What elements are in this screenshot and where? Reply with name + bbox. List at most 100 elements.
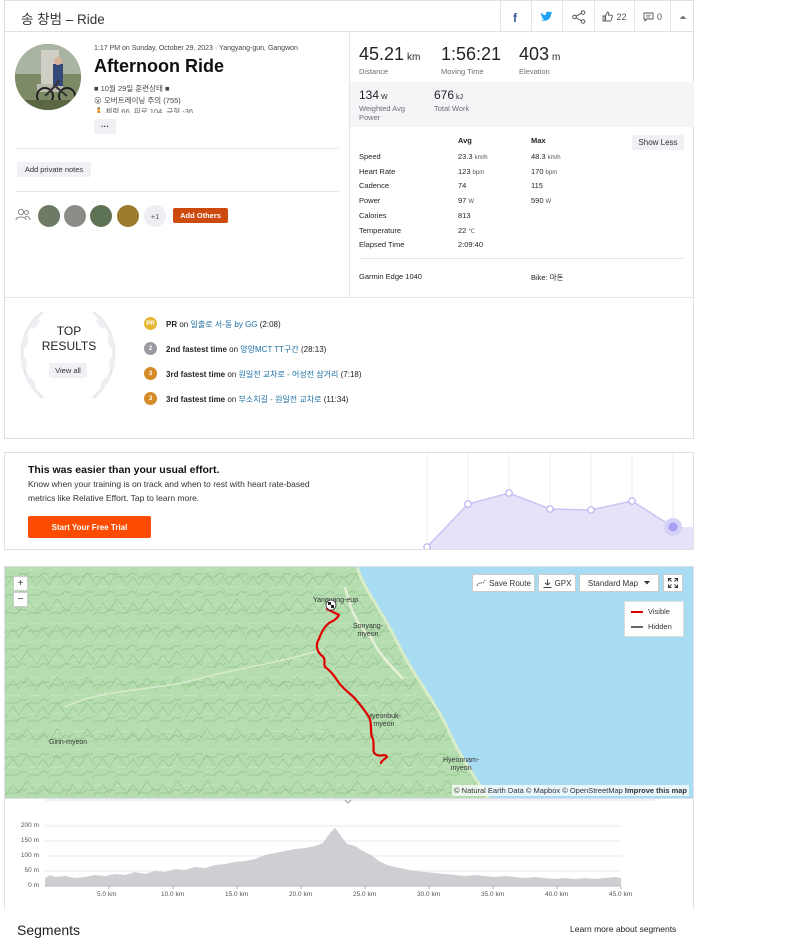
- x-tick-label: 40.0 km: [545, 891, 569, 898]
- detail-max: [531, 240, 533, 249]
- more-athletes-badge[interactable]: +1: [144, 205, 166, 227]
- start-finish-icon: [325, 599, 337, 611]
- bike-name: Bike: 마돈: [531, 273, 564, 282]
- facebook-icon: f: [513, 11, 518, 23]
- chevron-up-icon: [679, 15, 686, 19]
- y-tick-label: 0 m: [28, 882, 39, 889]
- moving-time-value: 1:56:21: [441, 44, 502, 64]
- segment-link[interactable]: 일출로 서-동 by GG: [191, 320, 258, 329]
- detail-label: Elapsed Time: [359, 240, 405, 250]
- elevation-label: Elevation: [519, 67, 550, 76]
- x-tick-label: 35.0 km: [481, 891, 505, 898]
- group-icon: [15, 208, 31, 221]
- activity-summary-card: 1:17 PM on Sunday, October 29, 2023 · Ya…: [4, 31, 695, 439]
- x-tick-label: 25.0 km: [353, 891, 377, 898]
- route-map[interactable]: + − Save Route GPX Standard Map Visible …: [4, 566, 694, 799]
- elevation-profile[interactable]: 200 m 150 m 100 m 50 m 0 m 5.0 km 10.0 km 15.0…: [4, 799, 694, 909]
- weighted-power-label: Weighted Avg Power: [359, 104, 406, 122]
- description-line: 🧍 체력 66, 피로 104, 균형 -36: [94, 107, 194, 113]
- athlete-avatar[interactable]: [117, 205, 139, 227]
- divider: [359, 258, 684, 259]
- distance-value: 45.21 km: [359, 44, 421, 64]
- share-button[interactable]: [562, 1, 594, 32]
- achievement-row: 2nd fastest time on 양양MCT TT구간 (28:13): [166, 345, 327, 354]
- add-others-button[interactable]: Add Others: [173, 208, 228, 223]
- elevation-value: 403 m: [519, 44, 561, 64]
- thumbs-up-icon: [603, 11, 614, 22]
- laurel-icon: [20, 310, 116, 400]
- x-tick-label: 20.0 km: [289, 891, 313, 898]
- segments-heading: Segments: [17, 922, 81, 938]
- segment-link[interactable]: 양양MCT TT구간: [240, 345, 298, 354]
- detail-avg: 123 bpm: [458, 166, 485, 176]
- comment-count: 0: [656, 11, 662, 22]
- effort-trend-chart: [423, 453, 693, 549]
- detail-max: 115: [531, 181, 543, 191]
- detail-label: Calories: [359, 210, 387, 220]
- map-attribution: © Natural Earth Data © Mapbox © OpenStre…: [452, 785, 689, 796]
- comment-icon: [643, 12, 654, 22]
- show-less-button[interactable]: Show Less: [632, 135, 684, 150]
- x-tick-label: 45.0 km: [609, 891, 633, 898]
- detail-max: 170 bpm: [531, 166, 558, 176]
- svg-text:f: f: [513, 11, 518, 23]
- detail-avg: 813: [458, 210, 471, 220]
- start-free-trial-button[interactable]: Start Your Free Trial: [28, 516, 151, 538]
- activity-datetime: 1:17 PM on Sunday, October 29, 2023 · Ya…: [94, 45, 298, 52]
- detail-avg: 22 ℃: [458, 225, 476, 235]
- medal-icon: 3: [144, 392, 157, 405]
- show-more-description-button[interactable]: ···: [94, 119, 116, 134]
- kudos-button[interactable]: 22: [594, 1, 634, 32]
- moving-time-label: Moving Time: [441, 67, 484, 76]
- medal-icon: 2: [144, 342, 157, 355]
- improve-map-link[interactable]: Improve this map: [625, 786, 687, 795]
- detail-label: Speed: [359, 152, 381, 161]
- detail-max: [531, 226, 533, 235]
- top-results-badge: TOP RESULTS: [41, 324, 97, 353]
- y-tick-label: 200 m: [20, 822, 39, 829]
- relative-effort-card[interactable]: This was easier than your usual effort. …: [4, 452, 694, 550]
- detail-avg: 23.3 km/h: [458, 152, 488, 161]
- twitter-icon: [540, 11, 553, 21]
- activity-name[interactable]: Afternoon Ride: [94, 56, 224, 77]
- collapse-button[interactable]: [670, 1, 694, 32]
- y-tick-label: 150 m: [20, 837, 39, 844]
- distance-label: Distance: [359, 67, 389, 76]
- view-all-results-button[interactable]: View all: [49, 363, 87, 378]
- detail-label: Temperature: [359, 225, 402, 235]
- athlete-avatar[interactable]: [15, 44, 81, 110]
- add-private-notes-button[interactable]: Add private notes: [17, 162, 91, 177]
- divider: [15, 191, 339, 192]
- detail-max: [531, 211, 533, 220]
- achievement-row: 3rd fastest time on 부소치길 - 원일전 교차로 (11:3…: [166, 395, 349, 404]
- pr-medal-icon: PR: [144, 317, 157, 330]
- kudos-count: 22: [616, 11, 627, 22]
- detail-label: Heart Rate: [359, 166, 396, 176]
- effort-body: Know when your training is on track and …: [28, 479, 310, 489]
- divider: [349, 32, 350, 297]
- route-overlay: [315, 599, 389, 765]
- segment-link[interactable]: 부소치길 - 원일전 교차로: [239, 395, 322, 404]
- medal-icon: 3: [144, 367, 157, 380]
- description-line: ■ 10월 29일 훈련상태 ■: [94, 84, 170, 93]
- detail-avg: 97 W: [458, 196, 475, 206]
- athlete-avatar[interactable]: [38, 205, 60, 227]
- weighted-power-value: 134 W: [359, 88, 388, 102]
- achievement-row: PR on 일출로 서-동 by GG (2:08): [166, 320, 281, 329]
- device-name: Garmin Edge 1040: [359, 272, 422, 281]
- detail-label: Power: [359, 196, 381, 206]
- effort-body: metrics like Relative Effort. Tap to lea…: [28, 493, 200, 503]
- description-line: 😮 오버트레이닝 주의 (755): [94, 96, 181, 105]
- facebook-share-button[interactable]: f: [500, 1, 531, 32]
- detail-max: 48.3 km/h: [531, 152, 561, 161]
- comment-button[interactable]: 0: [634, 1, 670, 32]
- athlete-avatar[interactable]: [64, 205, 86, 227]
- twitter-share-button[interactable]: [531, 1, 562, 32]
- max-column-header: Max: [531, 136, 546, 145]
- y-tick-label: 100 m: [20, 852, 39, 859]
- detail-avg: 74: [458, 181, 467, 191]
- divider: [5, 297, 695, 298]
- segment-link[interactable]: 원일전 교차로 - 어성전 삼거리: [239, 370, 339, 379]
- athlete-avatar[interactable]: [90, 205, 112, 227]
- learn-more-segments-link[interactable]: Learn more about segments: [570, 924, 676, 934]
